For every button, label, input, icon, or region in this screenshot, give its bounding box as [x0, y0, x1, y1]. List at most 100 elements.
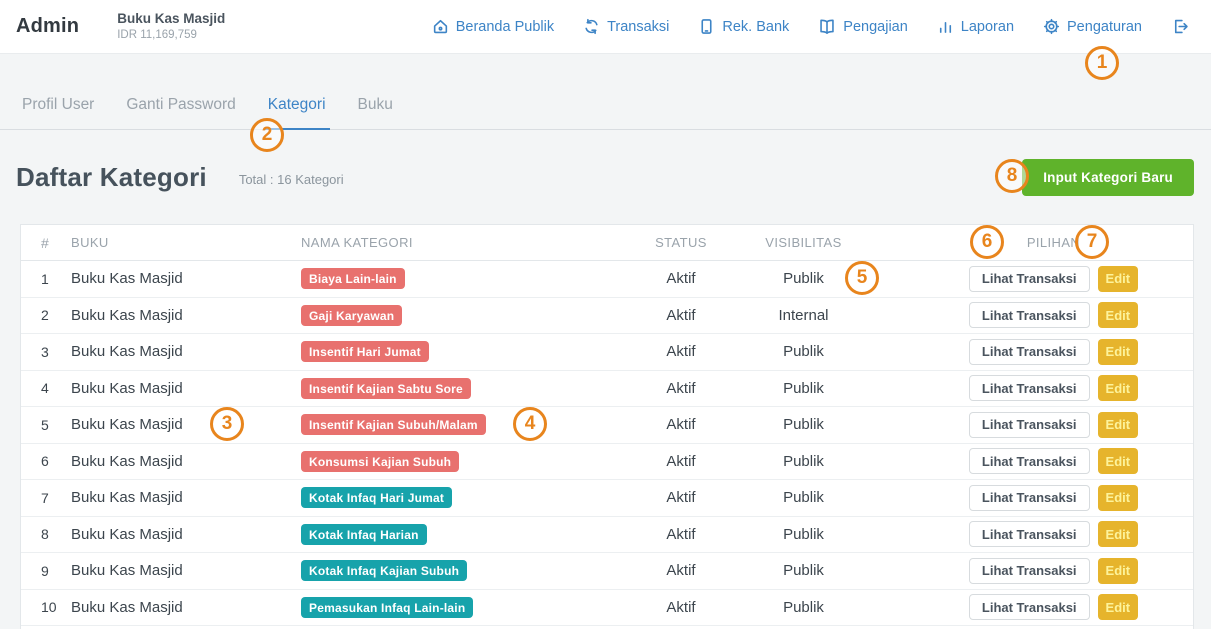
- row-status: Aktif: [641, 562, 721, 579]
- table-row: 9Buku Kas MasjidKotak Infaq Kajian Subuh…: [21, 553, 1193, 590]
- row-buku: Buku Kas Masjid: [71, 343, 301, 360]
- nav-item-laporan[interactable]: Laporan: [937, 18, 1014, 35]
- active-book-info: Buku Kas Masjid IDR 11,169,759: [117, 11, 225, 42]
- view-transactions-button[interactable]: Lihat Transaksi: [969, 339, 1090, 365]
- view-transactions-button[interactable]: Lihat Transaksi: [969, 558, 1090, 584]
- table-row: 4Buku Kas MasjidInsentif Kajian Sabtu So…: [21, 371, 1193, 408]
- annotation-circle-1: 1: [1085, 46, 1119, 80]
- tab-profil-user[interactable]: Profil User: [18, 82, 98, 130]
- refresh-icon: [583, 18, 600, 35]
- nav-item-label: Laporan: [961, 19, 1014, 35]
- edit-button[interactable]: Edit: [1098, 485, 1139, 511]
- row-status: Aktif: [641, 526, 721, 543]
- row-kategori: Kotak Infaq Kajian Subuh: [301, 560, 641, 581]
- nav-item-label: Transaksi: [607, 19, 669, 35]
- nav-item-rek-bank[interactable]: Rek. Bank: [698, 18, 789, 35]
- annotation-circle-7: 7: [1075, 225, 1109, 259]
- view-transactions-button[interactable]: Lihat Transaksi: [969, 448, 1090, 474]
- row-number: 8: [41, 526, 71, 542]
- tab-ganti-password[interactable]: Ganti Password: [122, 82, 239, 130]
- row-kategori: Insentif Kajian Sabtu Sore: [301, 378, 641, 399]
- row-visibilitas: Internal: [721, 307, 886, 324]
- row-visibilitas: Publik: [721, 416, 886, 433]
- nav-item-beranda-publik[interactable]: Beranda Publik: [432, 18, 554, 35]
- row-number: 4: [41, 380, 71, 396]
- view-transactions-button[interactable]: Lihat Transaksi: [969, 266, 1090, 292]
- row-status: Aktif: [641, 599, 721, 616]
- category-badge: Insentif Hari Jumat: [301, 341, 429, 362]
- edit-button[interactable]: Edit: [1098, 339, 1139, 365]
- table-row: 3Buku Kas MasjidInsentif Hari JumatAktif…: [21, 334, 1193, 371]
- row-buku: Buku Kas Masjid: [71, 526, 301, 543]
- edit-button[interactable]: Edit: [1098, 302, 1139, 328]
- home-icon: [432, 18, 449, 35]
- category-badge: Biaya Lain-lain: [301, 268, 405, 289]
- row-buku: Buku Kas Masjid: [71, 489, 301, 506]
- row-actions: Lihat Transaksi Edit: [886, 339, 1193, 365]
- book-title: Buku Kas Masjid: [117, 11, 225, 28]
- row-buku: Buku Kas Masjid: [71, 453, 301, 470]
- row-kategori: Konsumsi Kajian Subuh: [301, 451, 641, 472]
- row-status: Aktif: [641, 343, 721, 360]
- annotation-circle-6: 6: [970, 225, 1004, 259]
- nav-item-pengajian[interactable]: Pengajian: [818, 18, 908, 35]
- table-row: 10Buku Kas MasjidPemasukan Infaq Lain-la…: [21, 590, 1193, 627]
- row-buku: Buku Kas Masjid: [71, 270, 301, 287]
- edit-button[interactable]: Edit: [1098, 412, 1139, 438]
- row-actions: Lihat Transaksi Edit: [886, 558, 1193, 584]
- edit-button[interactable]: Edit: [1098, 521, 1139, 547]
- row-number: 6: [41, 453, 71, 469]
- row-visibilitas: Publik: [721, 380, 886, 397]
- table-row: 6Buku Kas MasjidKonsumsi Kajian SubuhAkt…: [21, 444, 1193, 481]
- table-row: 5Buku Kas MasjidInsentif Kajian Subuh/Ma…: [21, 407, 1193, 444]
- table-row: 8Buku Kas MasjidKotak Infaq HarianAktifP…: [21, 517, 1193, 554]
- nav-item-pengaturan[interactable]: Pengaturan: [1043, 18, 1142, 35]
- view-transactions-button[interactable]: Lihat Transaksi: [969, 375, 1090, 401]
- row-visibilitas: Publik: [721, 343, 886, 360]
- row-kategori: Gaji Karyawan: [301, 305, 641, 326]
- edit-button[interactable]: Edit: [1098, 266, 1139, 292]
- edit-button[interactable]: Edit: [1098, 375, 1139, 401]
- row-visibilitas: Publik: [721, 526, 886, 543]
- row-status: Aktif: [641, 270, 721, 287]
- row-kategori: Kotak Infaq Harian: [301, 524, 641, 545]
- view-transactions-button[interactable]: Lihat Transaksi: [969, 485, 1090, 511]
- bar-chart-icon: [937, 18, 954, 35]
- edit-button[interactable]: Edit: [1098, 448, 1139, 474]
- view-transactions-button[interactable]: Lihat Transaksi: [969, 302, 1090, 328]
- row-number: 9: [41, 563, 71, 579]
- row-buku: Buku Kas Masjid: [71, 307, 301, 324]
- nav-item-transaksi[interactable]: Transaksi: [583, 18, 669, 35]
- view-transactions-button[interactable]: Lihat Transaksi: [969, 412, 1090, 438]
- category-badge: Gaji Karyawan: [301, 305, 402, 326]
- annotation-circle-2: 2: [250, 118, 284, 152]
- annotation-circle-4: 4: [513, 407, 547, 441]
- edit-button[interactable]: Edit: [1098, 594, 1139, 620]
- add-category-button[interactable]: Input Kategori Baru: [1022, 159, 1194, 196]
- page-title: Daftar Kategori: [16, 162, 207, 193]
- column-header-pilihan: PILIHAN: [886, 235, 1193, 250]
- category-badge: Konsumsi Kajian Subuh: [301, 451, 459, 472]
- nav-item-label: Pengaturan: [1067, 19, 1142, 35]
- row-kategori: Pemasukan Infaq Lain-lain: [301, 597, 641, 618]
- row-visibilitas: Publik: [721, 489, 886, 506]
- gear-icon: [1043, 18, 1060, 35]
- row-actions: Lihat Transaksi Edit: [886, 302, 1193, 328]
- column-header-nama-kategori: NAMA KATEGORI: [301, 235, 641, 250]
- tab-buku[interactable]: Buku: [354, 82, 397, 130]
- nav-item-label: Rek. Bank: [722, 19, 789, 35]
- edit-button[interactable]: Edit: [1098, 558, 1139, 584]
- view-transactions-button[interactable]: Lihat Transaksi: [969, 594, 1090, 620]
- app-brand[interactable]: Admin: [16, 15, 79, 38]
- column-header-visibilitas: VISIBILITAS: [721, 235, 886, 250]
- row-actions: Lihat Transaksi Edit: [886, 448, 1193, 474]
- row-actions: Lihat Transaksi Edit: [886, 521, 1193, 547]
- column-header-no: #: [41, 235, 71, 251]
- total-count: Total : 16 Kategori: [239, 168, 344, 187]
- row-status: Aktif: [641, 380, 721, 397]
- view-transactions-button[interactable]: Lihat Transaksi: [969, 521, 1090, 547]
- table-body: 1Buku Kas MasjidBiaya Lain-lainAktifPubl…: [21, 261, 1193, 626]
- book-open-icon: [818, 18, 836, 35]
- row-kategori: Kotak Infaq Hari Jumat: [301, 487, 641, 508]
- logout-button[interactable]: [1171, 18, 1189, 35]
